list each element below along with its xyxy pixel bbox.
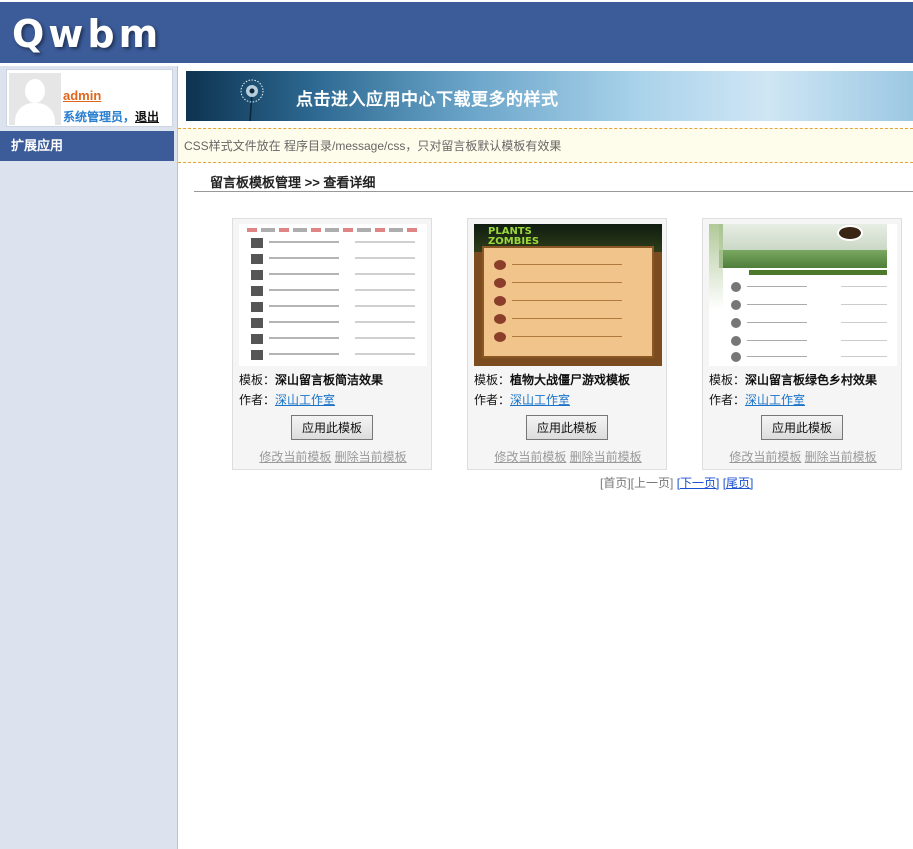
banner-text: 点击进入应用中心下载更多的样式 (296, 90, 559, 109)
template-actions: 修改当前模板 删除当前模板 (233, 448, 433, 465)
author-link[interactable]: 深山工作室 (510, 393, 570, 407)
preview-row (494, 296, 644, 306)
preview-row (494, 332, 644, 342)
preview-row (251, 254, 415, 264)
template-name: 模板：深山留言板绿色乡村效果 (709, 371, 877, 388)
preview-row (251, 334, 415, 344)
user-role-line: 系统管理员，退出 (63, 108, 159, 125)
dandelion-icon (240, 79, 264, 121)
preview-row (251, 238, 415, 248)
preview-leaves (709, 224, 723, 366)
app-logo[interactable]: Qwbm (12, 12, 162, 56)
edit-template-link[interactable]: 修改当前模板 (729, 450, 801, 464)
preview-row (251, 350, 415, 360)
sidebar-item-extensions[interactable]: 扩展应用 (0, 131, 174, 161)
author-link[interactable]: 深山工作室 (745, 393, 805, 407)
template-prefix: 模板： (474, 373, 511, 387)
delete-template-link[interactable]: 删除当前模板 (805, 450, 877, 464)
preview-row (731, 282, 887, 292)
preview-row (251, 318, 415, 328)
green-countryside-template-preview-icon (709, 224, 897, 366)
logout-link[interactable]: 退出 (135, 110, 159, 124)
template-prefix: 模板： (239, 373, 276, 387)
avatar-body-shape (15, 103, 55, 125)
preview-panel (482, 246, 654, 358)
author-link[interactable]: 深山工作室 (275, 393, 335, 407)
preview-row (494, 260, 644, 270)
apply-template-button[interactable]: 应用此模板 (761, 415, 843, 440)
template-card: 模板：深山留言板简洁效果 作者：深山工作室 应用此模板 修改当前模板 删除当前模… (232, 218, 432, 470)
edit-template-link[interactable]: 修改当前模板 (494, 450, 566, 464)
preview-row (251, 270, 415, 280)
pager-prev: [上一页] (630, 476, 674, 490)
edit-template-link[interactable]: 修改当前模板 (259, 450, 331, 464)
author-prefix: 作者： (239, 393, 276, 407)
template-author: 作者：深山工作室 (709, 391, 805, 408)
preview-row (494, 314, 644, 324)
template-name-value: 植物大战僵尸游戏模板 (510, 373, 631, 387)
apply-template-button[interactable]: 应用此模板 (526, 415, 608, 440)
app-center-banner[interactable]: 点击进入应用中心下载更多的样式 (186, 71, 913, 121)
template-card: 模板：深山留言板绿色乡村效果 作者：深山工作室 应用此模板 修改当前模板 删除当… (702, 218, 902, 470)
header: Qwbm (0, 0, 913, 66)
pager-last[interactable]: [尾页] (723, 476, 754, 490)
avatar (9, 73, 61, 125)
template-name-value: 深山留言板绿色乡村效果 (745, 373, 878, 387)
preview-row (251, 286, 415, 296)
author-prefix: 作者： (474, 393, 511, 407)
template-author: 作者：深山工作室 (239, 391, 335, 408)
preview-row (731, 352, 887, 362)
sidebar: admin 系统管理员，退出 扩展应用 (0, 66, 178, 849)
css-notice: CSS样式文件放在 程序目录/message/css，只对留言板默认模板有效果 (178, 128, 913, 163)
preview-nav-bar (247, 228, 419, 232)
preview-row (494, 278, 644, 288)
pager-next[interactable]: [下一页] (677, 476, 720, 490)
apply-template-button[interactable]: 应用此模板 (291, 415, 373, 440)
template-prefix: 模板： (709, 373, 746, 387)
header-bar: Qwbm (0, 2, 913, 63)
preview-row (731, 300, 887, 310)
preview-field (719, 250, 887, 268)
author-prefix: 作者： (709, 393, 746, 407)
avatar-head-shape (25, 79, 45, 103)
template-name-value: 深山留言板简洁效果 (275, 373, 384, 387)
preview-row (731, 336, 887, 346)
preview-nav-bar (749, 270, 887, 275)
template-author: 作者：深山工作室 (474, 391, 570, 408)
delete-template-link[interactable]: 删除当前模板 (335, 450, 407, 464)
breadcrumb: 留言板模板管理 >> 查看详细 (194, 172, 913, 192)
pager-first: [首页] (600, 476, 631, 490)
coffee-cup-icon (837, 225, 863, 241)
plants-vs-zombies-template-preview-icon: PLANTS ZOMBIES (474, 224, 662, 366)
template-name: 模板：深山留言板简洁效果 (239, 371, 383, 388)
preview-row (251, 302, 415, 312)
template-actions: 修改当前模板 删除当前模板 (468, 448, 668, 465)
simple-white-template-preview-icon (239, 224, 427, 366)
user-box: admin 系统管理员，退出 (6, 69, 173, 127)
template-name: 模板：植物大战僵尸游戏模板 (474, 371, 630, 388)
user-role-separator: ， (123, 110, 136, 124)
pagination: [首页][上一页] [下一页] [尾页] (600, 474, 753, 491)
template-actions: 修改当前模板 删除当前模板 (703, 448, 903, 465)
template-card: PLANTS ZOMBIES 模板：植物大战僵尸游戏模板 作者：深山工作室 应用… (467, 218, 667, 470)
preview-row (731, 318, 887, 328)
delete-template-link[interactable]: 删除当前模板 (570, 450, 642, 464)
preview-logo: PLANTS ZOMBIES (488, 226, 540, 247)
preview-sky (719, 224, 887, 250)
username-link[interactable]: admin (63, 88, 101, 103)
user-role: 系统管理员 (63, 110, 124, 124)
